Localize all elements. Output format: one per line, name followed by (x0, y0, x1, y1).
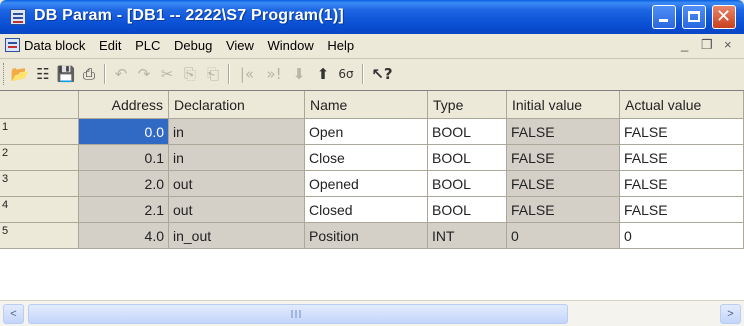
corner-header[interactable] (0, 91, 79, 119)
column-header-name[interactable]: Name (305, 91, 428, 119)
doc-restore-button[interactable]: ❒ (701, 37, 713, 53)
declaration-cell[interactable]: in_out (169, 223, 305, 249)
actual-value-cell[interactable]: 0 (620, 223, 744, 249)
name-cell[interactable]: Close (305, 145, 428, 171)
initial-value-cell[interactable]: FALSE (507, 119, 620, 145)
row-number[interactable]: 1 (0, 119, 79, 145)
declaration-cell[interactable]: in (169, 119, 305, 145)
menu-edit[interactable]: Edit (99, 38, 121, 53)
declaration-cell[interactable]: out (169, 171, 305, 197)
data-grid: Address Declaration Name Type Initial va… (0, 90, 744, 301)
close-icon: ✕ (716, 6, 732, 27)
close-button[interactable]: ✕ (712, 5, 736, 29)
menu-plc[interactable]: PLC (135, 38, 160, 53)
menu-items: Data block Edit PLC Debug View Window He… (24, 38, 364, 53)
actual-value-cell[interactable]: FALSE (620, 171, 744, 197)
print-button[interactable]: ⎙ (79, 64, 99, 84)
name-cell[interactable]: Position (305, 223, 428, 249)
undo-button[interactable]: ↶ (111, 64, 131, 84)
redo-button[interactable]: ↷ (134, 64, 154, 84)
app-icon (10, 9, 26, 25)
row-number[interactable]: 4 (0, 197, 79, 223)
doc-close-button[interactable]: × (724, 37, 732, 52)
type-cell[interactable]: INT (428, 223, 507, 249)
toolbar-separator (228, 64, 230, 84)
column-header-actual-value[interactable]: Actual value (620, 91, 744, 119)
menu-help[interactable]: Help (327, 38, 354, 53)
column-header-address[interactable]: Address (79, 91, 169, 119)
type-cell[interactable]: BOOL (428, 197, 507, 223)
initial-value-cell[interactable]: FALSE (507, 171, 620, 197)
actual-value-cell[interactable]: FALSE (620, 197, 744, 223)
menu-window[interactable]: Window (268, 38, 314, 53)
table-row[interactable]: 1 0.0 in Open BOOL FALSE FALSE (0, 119, 744, 145)
copy-button[interactable]: ⎘ (180, 64, 200, 84)
initial-value-cell[interactable]: FALSE (507, 197, 620, 223)
actual-value-cell[interactable]: FALSE (620, 119, 744, 145)
doc-minimize-button[interactable]: _ (681, 37, 688, 52)
network-button[interactable]: ☷ (33, 64, 53, 84)
maximize-icon (688, 11, 700, 22)
thumb-grip (291, 310, 301, 318)
table-row[interactable]: 5 4.0 in_out Position INT 0 0 (0, 223, 744, 249)
scroll-right-button[interactable]: > (720, 304, 741, 324)
scroll-left-button[interactable]: < (3, 304, 24, 324)
name-cell[interactable]: Closed (305, 197, 428, 223)
menu-data-block[interactable]: Data block (24, 38, 85, 53)
column-header-declaration[interactable]: Declaration (169, 91, 305, 119)
initial-value-cell[interactable]: FALSE (507, 145, 620, 171)
document-icon[interactable] (5, 38, 20, 52)
name-cell[interactable]: Opened (305, 171, 428, 197)
initial-value-cell[interactable]: 0 (507, 223, 620, 249)
menu-bar: Data block Edit PLC Debug View Window He… (0, 34, 744, 59)
type-cell[interactable]: BOOL (428, 171, 507, 197)
upload-button[interactable]: ⬆ (313, 64, 333, 84)
menu-view[interactable]: View (226, 38, 254, 53)
cut-button[interactable]: ✂ (157, 64, 177, 84)
menu-debug[interactable]: Debug (174, 38, 212, 53)
column-header-type[interactable]: Type (428, 91, 507, 119)
save-button[interactable]: 💾 (56, 64, 76, 84)
maximize-button[interactable] (682, 5, 706, 29)
address-cell[interactable]: 2.1 (79, 197, 169, 223)
paste-button[interactable]: ⎗ (203, 64, 223, 84)
table-row[interactable]: 4 2.1 out Closed BOOL FALSE FALSE (0, 197, 744, 223)
help-pointer-button[interactable]: ↖? (369, 64, 395, 84)
minimize-button[interactable] (652, 5, 676, 29)
row-number[interactable]: 2 (0, 145, 79, 171)
toolbar-separator (362, 64, 364, 84)
title-bar[interactable]: DB Param - [DB1 -- 2222\S7 Program(1)] ✕ (0, 0, 744, 34)
minimize-icon (659, 19, 668, 22)
open-button[interactable]: 📂 (10, 64, 30, 84)
declaration-cell[interactable]: out (169, 197, 305, 223)
address-cell[interactable]: 0.0 (79, 119, 169, 145)
db-param-window: DB Param - [DB1 -- 2222\S7 Program(1)] ✕… (0, 0, 744, 326)
name-cell[interactable]: Open (305, 119, 428, 145)
scroll-thumb[interactable] (28, 304, 568, 324)
download-button[interactable]: ⬇ (289, 64, 309, 84)
insert-after-button[interactable]: »! (261, 64, 287, 84)
table-row[interactable]: 2 0.1 in Close BOOL FALSE FALSE (0, 145, 744, 171)
toolbar-separator (104, 64, 106, 84)
toolbar-grip[interactable] (3, 63, 7, 85)
address-cell[interactable]: 4.0 (79, 223, 169, 249)
type-cell[interactable]: BOOL (428, 119, 507, 145)
window-title: DB Param - [DB1 -- 2222\S7 Program(1)] (34, 7, 344, 24)
declaration-cell[interactable]: in (169, 145, 305, 171)
grid-empty-area[interactable] (0, 249, 744, 301)
row-number[interactable]: 5 (0, 223, 79, 249)
insert-before-button[interactable]: |« (234, 64, 260, 84)
type-cell[interactable]: BOOL (428, 145, 507, 171)
actual-value-cell[interactable]: FALSE (620, 145, 744, 171)
address-cell[interactable]: 2.0 (79, 171, 169, 197)
row-number[interactable]: 3 (0, 171, 79, 197)
address-cell[interactable]: 0.1 (79, 145, 169, 171)
monitor-button[interactable]: 6σ (336, 64, 356, 84)
horizontal-scrollbar[interactable]: < > (0, 300, 744, 326)
toolbar: 📂 ☷ 💾 ⎙ ↶ ↷ ✂ ⎘ ⎗ |« »! ⬇ ⬆ 6σ ↖? (0, 59, 744, 89)
table-row[interactable]: 3 2.0 out Opened BOOL FALSE FALSE (0, 171, 744, 197)
column-header-initial-value[interactable]: Initial value (507, 91, 620, 119)
